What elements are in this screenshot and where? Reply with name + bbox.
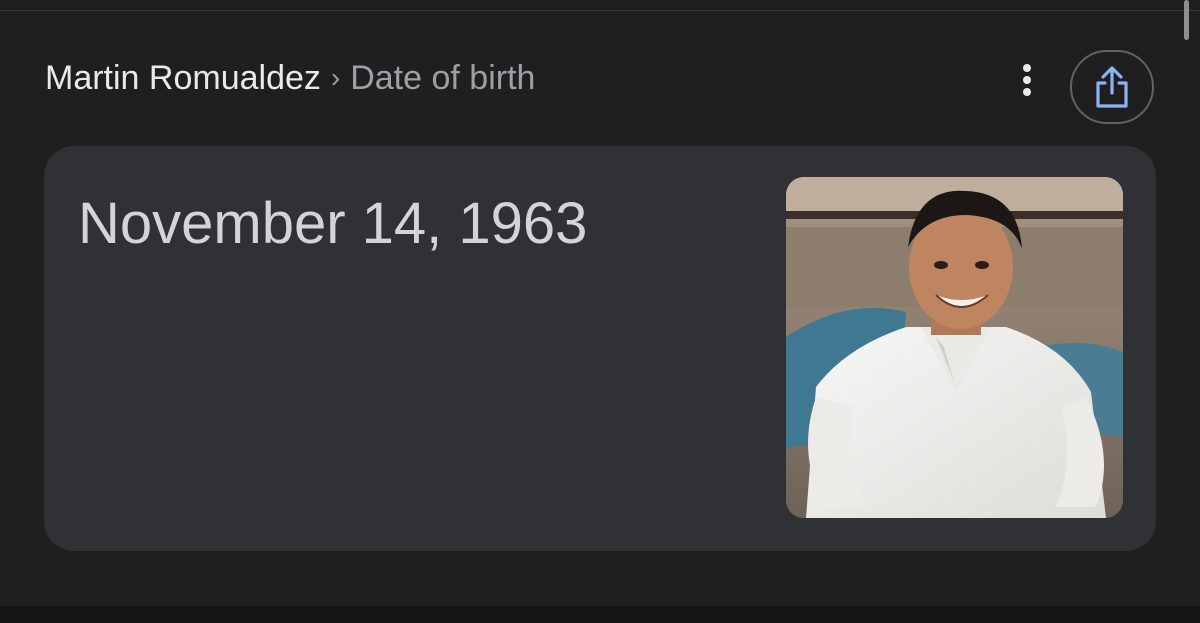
scroll-indicator[interactable] <box>1184 0 1189 40</box>
breadcrumb-entity[interactable]: Martin Romualdez <box>45 59 321 98</box>
portrait-image <box>786 177 1123 518</box>
breadcrumb-separator: › <box>330 62 341 93</box>
breadcrumb: Martin Romualdez › Date of birth <box>45 56 535 100</box>
breadcrumb-attribute: Date of birth <box>350 58 536 97</box>
top-divider <box>0 10 1200 11</box>
person-photo[interactable] <box>786 177 1123 518</box>
answer-value: November 14, 1963 <box>78 191 588 256</box>
share-icon <box>1096 66 1128 108</box>
share-button[interactable] <box>1070 50 1154 124</box>
bottom-bar <box>0 606 1200 623</box>
more-options-button[interactable] <box>1010 58 1044 102</box>
answer-card: November 14, 1963 <box>44 146 1156 551</box>
vertical-dots-icon <box>1023 64 1031 96</box>
